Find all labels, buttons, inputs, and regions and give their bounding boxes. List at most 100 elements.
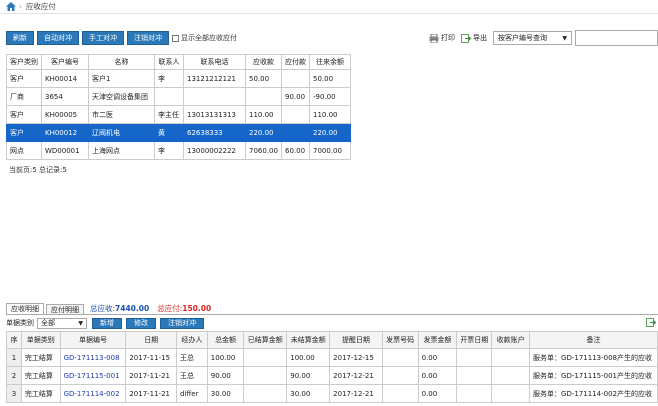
column-header[interactable]: 序 [6,331,22,349]
column-header[interactable]: 发票金额 [417,331,458,349]
cell-handler: 王总 [176,366,208,385]
cell-date: 2017-11-21 [125,384,178,403]
column-header[interactable]: 单据类别 [20,331,61,349]
show-all-checkbox[interactable] [172,34,179,42]
cell-contact [154,87,184,106]
cell-receivable: 220.00 [245,123,282,142]
cell-settled [243,384,288,403]
export-icon [461,33,471,43]
cell-code: KH00005 [41,105,89,124]
column-header[interactable]: 往来余额 [309,54,351,70]
column-header[interactable]: 发票号码 [381,331,419,349]
cell-invoice-no [381,384,419,403]
show-all-label: 显示全部应收应付 [181,34,237,42]
search-mode-value: 按客户编号查询 [498,34,547,42]
cell-name: 上海网点 [88,141,155,160]
cell-phone [183,87,246,106]
cell-reminder-date: 2017-12-15 [329,348,383,367]
column-header[interactable]: 名称 [88,54,155,70]
doc-no-link[interactable]: GD-171113-008 [64,354,120,362]
cell-doc-no: GD-171115-001 [59,366,127,385]
column-header[interactable]: 联系电话 [183,54,246,70]
table-row[interactable]: 厂商 3654 天津空调设备集团 90.00 -90.00 [6,87,351,106]
cell-code: 3654 [41,87,89,106]
cell-balance: 110.00 [309,105,351,124]
table-row[interactable]: 客户 KH00014 客户1 李 13121212121 50.00 50.00 [6,69,351,88]
doc-type-select[interactable]: 全部 ▼ [37,317,87,329]
detail-toolbar: 单据类别 全部 ▼ 新增 修改 注销对冲 [6,317,658,329]
tab-receivable-detail[interactable]: 应收明细 [6,303,44,314]
cell-unsettled: 90.00 [286,366,331,385]
pager-info: 当前页:5 总记录:5 [9,166,67,174]
cell-type: 厂商 [6,87,42,106]
table-row[interactable]: 网点 WD00001 上海网点 李 13000002222 7060.00 60… [6,141,351,160]
column-header[interactable]: 日期 [125,331,178,349]
table-row[interactable]: 1 完工结算 GD-171113-008 2017-11-15 王总 100.0… [6,348,658,367]
column-header[interactable]: 总金额 [206,331,245,349]
column-header[interactable]: 提醒日期 [329,331,383,349]
table-row[interactable]: 客户 KH00005 市二医 李主任 13013131313 110.00 11… [6,105,351,124]
cell-doc-no: GD-171114-002 [59,384,127,403]
chevron-down-icon: ▼ [78,319,83,327]
cell-doc-no: GD-171113-008 [59,348,127,367]
table-row[interactable]: 3 完工结算 GD-171114-002 2017-11-21 differ 3… [6,384,658,403]
cell-payable [281,105,310,124]
export-button[interactable]: 导出 [461,33,487,43]
column-header[interactable]: 已结算金额 [243,331,288,349]
cell-payable [281,69,310,88]
auto-offset-button[interactable]: 自动对冲 [37,31,79,45]
search-input[interactable] [575,30,658,46]
export-label: 导出 [473,34,487,42]
cell-balance: 220.00 [309,123,351,142]
cancel-offset-button[interactable]: 注销对冲 [127,31,169,45]
column-header[interactable]: 经办人 [176,331,208,349]
cell-date: 2017-11-21 [125,366,178,385]
cell-code: WD00001 [41,141,89,160]
cell-doc-type: 完工结算 [20,348,61,367]
column-header[interactable]: 开票日期 [456,331,493,349]
edit-button[interactable]: 修改 [126,317,156,329]
cell-name: 市二医 [88,105,155,124]
right-toolbar: 打印 导出 按客户编号查询 ▼ [429,30,572,46]
cell-receivable: 7060.00 [245,141,282,160]
column-header[interactable]: 客户类别 [6,54,42,70]
cell-name: 天津空调设备集团 [88,87,155,106]
column-header[interactable]: 未结算金额 [286,331,331,349]
doc-no-link[interactable]: GD-171115-001 [64,372,120,380]
cell-receivable: 50.00 [245,69,282,88]
cell-settled [243,366,288,385]
show-all-toggle[interactable]: 显示全部应收应付 [172,33,237,43]
doc-no-link[interactable]: GD-171114-002 [64,390,120,398]
total-receivable-label: 总应收: [90,304,116,313]
tab-payable-detail[interactable]: 应付明细 [46,304,84,314]
cell-account [491,384,531,403]
column-header[interactable]: 备注 [529,331,658,349]
column-header[interactable]: 单据编号 [59,331,127,349]
refresh-button[interactable]: 刷新 [6,31,34,45]
cancel-offset-detail-button[interactable]: 注销对冲 [160,317,204,329]
search-mode-select[interactable]: 按客户编号查询 ▼ [493,31,572,45]
cell-total: 90.00 [206,366,245,385]
cell-invoice-date [456,384,493,403]
cell-contact: 黄 [154,123,184,142]
column-header[interactable]: 客户编号 [41,54,89,70]
cell-invoice-date [456,348,493,367]
manual-offset-button[interactable]: 手工对冲 [82,31,124,45]
cell-invoice-no [381,366,419,385]
table-row-selected[interactable]: 客户 KH00012 辽阀机电 黄 62638333 220.00 220.00 [6,123,351,142]
column-header[interactable]: 收款账户 [491,331,531,349]
add-button[interactable]: 新增 [92,317,122,329]
print-button[interactable]: 打印 [429,33,455,43]
cell-invoice-date [456,366,493,385]
detail-tabs: 应收明细 应付明细 总应收: 7440.00 总应付: 150.00 [6,303,211,314]
column-header[interactable]: 应收款 [245,54,282,70]
total-payable-label: 总应付: [157,304,183,313]
export-excel-icon[interactable] [646,318,656,327]
column-header[interactable]: 应付款 [281,54,310,70]
table-row[interactable]: 2 完工结算 GD-171115-001 2017-11-21 王总 90.00… [6,366,658,385]
cell-doc-type: 完工结算 [20,384,61,403]
cell-note: 服务单：GD-171113-008产生的应收 [529,348,658,367]
home-icon[interactable] [6,2,16,11]
column-header[interactable]: 联系人 [154,54,184,70]
cell-unsettled: 30.00 [286,384,331,403]
